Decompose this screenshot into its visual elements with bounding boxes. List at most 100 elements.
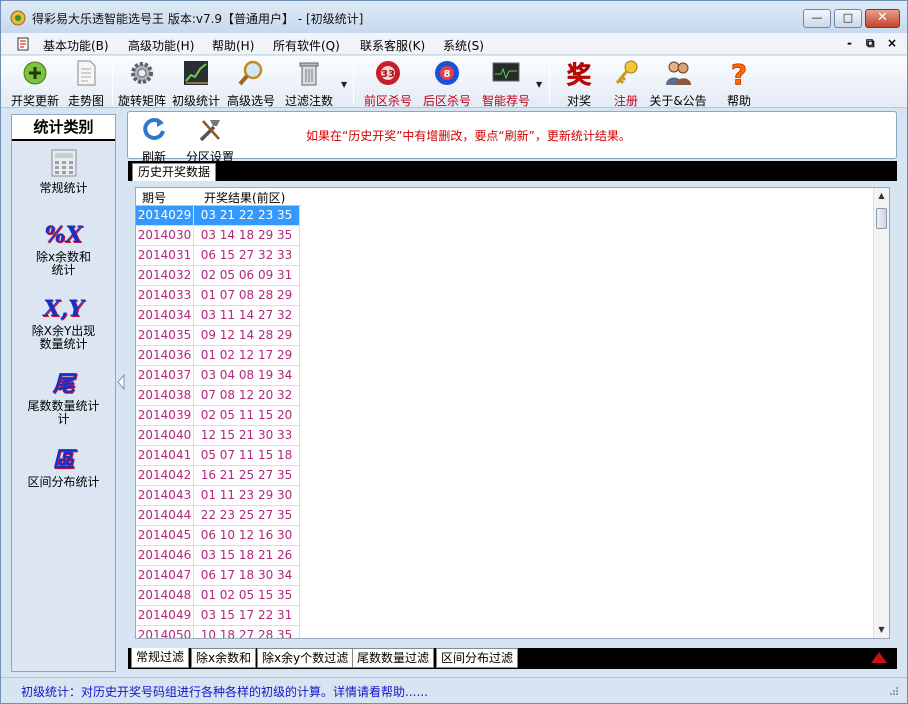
mdi-restore-button[interactable]: ⧉	[866, 36, 875, 51]
smart-recommend-button[interactable]: 智能荐号	[479, 59, 533, 109]
result-cell[interactable]: 06 15 27 32 33	[194, 246, 300, 265]
category-tail-stats[interactable]: 尾 尾数数量统计计	[12, 368, 115, 426]
table-row[interactable]: 2014031 06 15 27 32 33	[136, 246, 301, 266]
column-header-period[interactable]: 期号	[142, 189, 166, 206]
table-row[interactable]: 2014038 07 08 12 20 32	[136, 386, 301, 406]
refresh-button[interactable]: 刷新	[132, 115, 176, 165]
advanced-pick-button[interactable]: 高级选号	[225, 59, 277, 109]
period-cell[interactable]: 2014040	[136, 426, 194, 445]
result-cell[interactable]: 03 15 17 22 31	[194, 606, 300, 625]
menu-system[interactable]: 系统(S)	[443, 37, 484, 54]
document-menu-icon[interactable]	[16, 36, 32, 52]
table-row[interactable]: 2014045 06 10 12 16 30	[136, 526, 301, 546]
result-cell[interactable]: 01 02 05 15 35	[194, 586, 300, 605]
result-cell[interactable]: 02 05 06 09 31	[194, 266, 300, 285]
result-cell[interactable]: 03 04 08 19 34	[194, 366, 300, 385]
mdi-close-button[interactable]: ×	[887, 36, 897, 50]
category-regular-stats[interactable]: 常规统计	[12, 147, 115, 195]
tab-tail-filter[interactable]: 尾数数量过滤	[352, 648, 435, 668]
period-cell[interactable]: 2014038	[136, 386, 194, 405]
maximize-button[interactable]: □	[834, 9, 862, 28]
filter-dropdown-arrow[interactable]: ▼	[341, 80, 347, 89]
result-cell[interactable]: 06 17 18 30 34	[194, 566, 300, 585]
table-row[interactable]: 2014039 02 05 11 15 20	[136, 406, 301, 426]
period-cell[interactable]: 2014037	[136, 366, 194, 385]
scroll-up-button[interactable]: ▲	[874, 188, 889, 204]
expand-arrow-icon[interactable]	[871, 652, 887, 663]
result-cell[interactable]: 01 02 12 17 29	[194, 346, 300, 365]
result-cell[interactable]: 03 14 18 29 35	[194, 226, 300, 245]
result-cell[interactable]: 10 18 27 28 35	[194, 626, 300, 638]
table-row[interactable]: 2014040 12 15 21 30 33	[136, 426, 301, 446]
basic-stats-button[interactable]: 初级统计	[170, 59, 222, 109]
scroll-thumb[interactable]	[876, 208, 887, 229]
vertical-scrollbar[interactable]: ▲ ▼	[873, 188, 889, 638]
scroll-down-button[interactable]: ▼	[874, 622, 889, 638]
table-row[interactable]: 2014048 01 02 05 15 35	[136, 586, 301, 606]
result-cell[interactable]: 16 21 25 27 35	[194, 466, 300, 485]
result-cell[interactable]: 01 11 23 29 30	[194, 486, 300, 505]
mdi-minimize-button[interactable]: -	[847, 36, 852, 50]
table-row[interactable]: 2014030 03 14 18 29 35	[136, 226, 301, 246]
period-cell[interactable]: 2014046	[136, 546, 194, 565]
table-row[interactable]: 2014033 01 07 08 28 29	[136, 286, 301, 306]
result-cell[interactable]: 06 10 12 16 30	[194, 526, 300, 545]
result-cell[interactable]: 07 08 12 20 32	[194, 386, 300, 405]
table-row[interactable]: 2014035 09 12 14 28 29	[136, 326, 301, 346]
table-row[interactable]: 2014034 03 11 14 27 32	[136, 306, 301, 326]
category-zone-stats[interactable]: 區 区间分布统计	[12, 444, 115, 489]
close-button[interactable]: ✕	[865, 9, 900, 28]
table-row[interactable]: 2014041 05 07 11 15 18	[136, 446, 301, 466]
table-row[interactable]: 2014032 02 05 06 09 31	[136, 266, 301, 286]
front-kill-button[interactable]: 33 前区杀号	[361, 59, 415, 109]
table-row[interactable]: 2014050 10 18 27 28 35	[136, 626, 301, 638]
period-cell[interactable]: 2014030	[136, 226, 194, 245]
period-cell[interactable]: 2014033	[136, 286, 194, 305]
trend-chart-button[interactable]: 走势图	[65, 59, 107, 109]
recommend-dropdown-arrow[interactable]: ▼	[536, 80, 542, 89]
result-cell[interactable]: 05 07 11 15 18	[194, 446, 300, 465]
tab-mod-sum-filter[interactable]: 除x余数和	[191, 648, 257, 668]
wheel-matrix-button[interactable]: 旋转矩阵	[116, 59, 168, 109]
menu-basic[interactable]: 基本功能(B)	[43, 37, 109, 54]
result-cell[interactable]: 03 15 18 21 26	[194, 546, 300, 565]
period-cell[interactable]: 2014029	[136, 206, 194, 225]
result-cell[interactable]: 22 23 25 27 35	[194, 506, 300, 525]
table-row[interactable]: 2014044 22 23 25 27 35	[136, 506, 301, 526]
collapse-panel-icon[interactable]	[117, 374, 125, 390]
category-mod-sum-stats[interactable]: %X 除x余数和统计	[12, 219, 115, 277]
filter-bets-button[interactable]: 过滤注数	[283, 59, 335, 109]
tab-zone-filter[interactable]: 区间分布过滤	[436, 648, 519, 668]
table-row[interactable]: 2014049 03 15 17 22 31	[136, 606, 301, 626]
period-cell[interactable]: 2014045	[136, 526, 194, 545]
table-row[interactable]: 2014043 01 11 23 29 30	[136, 486, 301, 506]
menu-contact[interactable]: 联系客服(K)	[360, 37, 425, 54]
period-cell[interactable]: 2014049	[136, 606, 194, 625]
table-row[interactable]: 2014046 03 15 18 21 26	[136, 546, 301, 566]
menu-advanced[interactable]: 高级功能(H)	[128, 37, 194, 54]
result-cell[interactable]: 03 11 14 27 32	[194, 306, 300, 325]
period-cell[interactable]: 2014043	[136, 486, 194, 505]
column-header-result[interactable]: 开奖结果(前区)	[204, 189, 285, 206]
check-prize-button[interactable]: 奖 对奖	[557, 59, 601, 109]
table-row[interactable]: 2014037 03 04 08 19 34	[136, 366, 301, 386]
result-cell[interactable]: 03 21 22 23 35	[194, 206, 300, 225]
minimize-button[interactable]: —	[803, 9, 831, 28]
result-cell[interactable]: 12 15 21 30 33	[194, 426, 300, 445]
period-cell[interactable]: 2014034	[136, 306, 194, 325]
result-cell[interactable]: 02 05 11 15 20	[194, 406, 300, 425]
register-button[interactable]: 注册	[605, 59, 647, 109]
zone-settings-button[interactable]: 分区设置	[182, 115, 238, 165]
menu-help[interactable]: 帮助(H)	[212, 37, 254, 54]
period-cell[interactable]: 2014036	[136, 346, 194, 365]
result-cell[interactable]: 09 12 14 28 29	[194, 326, 300, 345]
result-cell[interactable]: 01 07 08 28 29	[194, 286, 300, 305]
period-cell[interactable]: 2014032	[136, 266, 194, 285]
period-cell[interactable]: 2014039	[136, 406, 194, 425]
category-mod-count-stats[interactable]: X,Y 除X余Y出现数量统计	[12, 293, 115, 351]
period-cell[interactable]: 2014048	[136, 586, 194, 605]
period-cell[interactable]: 2014042	[136, 466, 194, 485]
period-cell[interactable]: 2014044	[136, 506, 194, 525]
help-button[interactable]: ? 帮助	[719, 58, 759, 109]
table-row[interactable]: 2014036 01 02 12 17 29	[136, 346, 301, 366]
